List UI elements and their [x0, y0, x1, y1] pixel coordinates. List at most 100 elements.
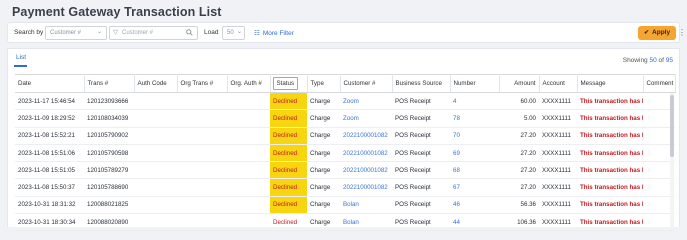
- cell-business-source: POS Receipt: [392, 127, 450, 145]
- cell-business-source: POS Receipt: [392, 161, 450, 180]
- cell-business-source: POS Receipt: [392, 196, 450, 215]
- cell-date: 2023-11-08 15:51:06: [15, 144, 84, 163]
- cell-trans: 120105788690: [84, 178, 134, 197]
- cell-type: Charge: [307, 161, 340, 180]
- table-row[interactable]: 2023-11-08 15:51:06 120105790598 Declined C…: [15, 144, 675, 163]
- customer-link[interactable]: 2022100001082: [340, 144, 392, 163]
- table-row[interactable]: 2023-11-09 18:29:52 120108034039 Declined C…: [15, 109, 675, 128]
- showing-count: Showing 50 of 95: [623, 57, 673, 64]
- search-by-label: Search by: [14, 29, 44, 36]
- kebab-menu-icon[interactable]: ⋮: [678, 28, 686, 37]
- cell-date: 2023-11-08 15:52:21: [15, 127, 84, 145]
- status-badge: Declined: [270, 161, 307, 180]
- cell-org-trans: [177, 161, 227, 180]
- column-header-number[interactable]: Number: [450, 74, 500, 93]
- column-header-amount[interactable]: Amount: [499, 74, 540, 93]
- cell-org-trans: [177, 127, 227, 145]
- scrollbar-thumb[interactable]: [670, 95, 674, 157]
- list-panel: List Showing 50 of 95 Date Trans # Auth …: [7, 48, 680, 232]
- column-header-trans[interactable]: Trans #: [84, 74, 135, 93]
- apply-button[interactable]: ✔ Apply: [638, 26, 676, 40]
- column-header-org-trans[interactable]: Org Trans #: [177, 74, 228, 93]
- search-by-select[interactable]: Customer # ⌄: [45, 26, 107, 40]
- table-row[interactable]: 2023-11-17 15:46:54 120123093666 Declined C…: [15, 92, 675, 111]
- tab-list[interactable]: List: [16, 54, 26, 61]
- status-badge: Declined: [270, 196, 307, 215]
- table-row[interactable]: 2023-11-08 15:50:37 120105788690 Declined C…: [15, 178, 675, 197]
- cell-amount: 27.20: [499, 161, 539, 180]
- status-badge: Declined: [270, 178, 307, 197]
- cell-amount: 106.36: [499, 213, 539, 232]
- cell-message: This transaction has b: [577, 213, 643, 232]
- customer-link[interactable]: Zoom: [340, 92, 392, 111]
- cell-type: Charge: [307, 92, 340, 111]
- customer-link[interactable]: Bolan: [340, 196, 392, 215]
- tab-underline: [14, 65, 27, 67]
- customer-link[interactable]: 2022100001082: [340, 161, 392, 180]
- load-select[interactable]: 50 ⌄: [222, 26, 245, 40]
- column-header-account[interactable]: Account: [539, 74, 578, 93]
- number-link[interactable]: 69: [450, 144, 499, 163]
- customer-link[interactable]: 2022100001082: [340, 127, 392, 145]
- cell-account: XXXX1111: [539, 127, 577, 145]
- apply-label: Apply: [652, 29, 671, 36]
- cell-auth-code: [134, 213, 177, 232]
- column-header-customer[interactable]: Customer #: [340, 74, 393, 93]
- cell-message: This transaction has b: [577, 127, 643, 145]
- cell-org-auth: [227, 213, 270, 232]
- search-by-value: Customer #: [50, 30, 82, 36]
- showing-count-link[interactable]: 50: [649, 57, 656, 64]
- cell-org-auth: [227, 161, 270, 180]
- more-filter-link[interactable]: ☷ More Filter: [254, 29, 294, 37]
- cell-org-trans: [177, 92, 227, 111]
- chevron-down-icon: ⌄: [236, 29, 242, 35]
- chevron-down-icon: ⌄: [96, 29, 102, 35]
- customer-link[interactable]: 2022100001082: [340, 178, 392, 197]
- showing-total-link[interactable]: 95: [666, 57, 673, 64]
- table-row[interactable]: 2023-11-08 15:51:05 120105789279 Declined C…: [15, 161, 675, 180]
- transactions-table: Date Trans # Auth Code Org Trans # Org. …: [15, 74, 676, 232]
- cell-auth-code: [134, 178, 177, 197]
- column-header-status[interactable]: Status: [270, 74, 308, 93]
- cell-trans: 120123093666: [84, 92, 134, 111]
- number-link[interactable]: 67: [450, 178, 499, 197]
- number-link[interactable]: 4: [450, 92, 499, 111]
- cell-org-trans: [177, 178, 227, 197]
- number-link[interactable]: 68: [450, 161, 499, 180]
- cell-auth-code: [134, 196, 177, 215]
- cell-account: XXXX1111: [539, 213, 577, 232]
- table-row[interactable]: 2023-11-08 15:52:21 120105790902 Declined C…: [15, 127, 675, 145]
- column-header-date[interactable]: Date: [15, 74, 85, 93]
- cell-org-auth: [227, 196, 270, 215]
- column-header-auth-code[interactable]: Auth Code: [134, 74, 178, 93]
- cell-org-auth: [227, 109, 270, 128]
- number-link[interactable]: 46: [450, 196, 499, 215]
- column-header-type[interactable]: Type: [307, 74, 341, 93]
- cell-date: 2023-10-31 18:30:34: [15, 213, 84, 232]
- table-header-row: Date Trans # Auth Code Org Trans # Org. …: [15, 74, 676, 93]
- number-link[interactable]: 44: [450, 213, 499, 232]
- search-input[interactable]: ▽ Customer #: [109, 26, 198, 40]
- column-header-business-source[interactable]: Business Source: [392, 74, 451, 93]
- cell-business-source: POS Receipt: [392, 109, 450, 128]
- column-header-org-auth[interactable]: Org. Auth #: [227, 74, 271, 93]
- filter-bar: Search by Customer # ⌄ ▽ Customer # Load…: [7, 22, 686, 43]
- customer-link[interactable]: Bolan: [340, 213, 392, 232]
- cell-account: XXXX1111: [539, 161, 577, 180]
- column-header-message[interactable]: Message: [577, 74, 644, 93]
- status-header-highlight: Status: [272, 77, 299, 90]
- cell-trans: 120088021825: [84, 196, 134, 215]
- status-badge: Declined: [270, 127, 307, 145]
- number-link[interactable]: 78: [450, 109, 499, 128]
- cell-date: 2023-11-08 15:51:05: [15, 161, 84, 180]
- cell-type: Charge: [307, 213, 340, 232]
- customer-link[interactable]: Zoom: [340, 109, 392, 128]
- number-link[interactable]: 70: [450, 127, 499, 145]
- cell-amount: 60.00: [499, 92, 539, 111]
- table-row[interactable]: 2023-10-31 18:30:34 120088020890 Declined C…: [15, 213, 675, 232]
- column-header-comment[interactable]: Comment: [643, 74, 676, 93]
- cell-message: This transaction has b: [577, 92, 643, 111]
- table-row[interactable]: 2023-10-31 18:31:32 120088021825 Declined C…: [15, 196, 675, 215]
- cell-account: XXXX1111: [539, 92, 577, 111]
- cell-date: 2023-11-08 15:50:37: [15, 178, 84, 197]
